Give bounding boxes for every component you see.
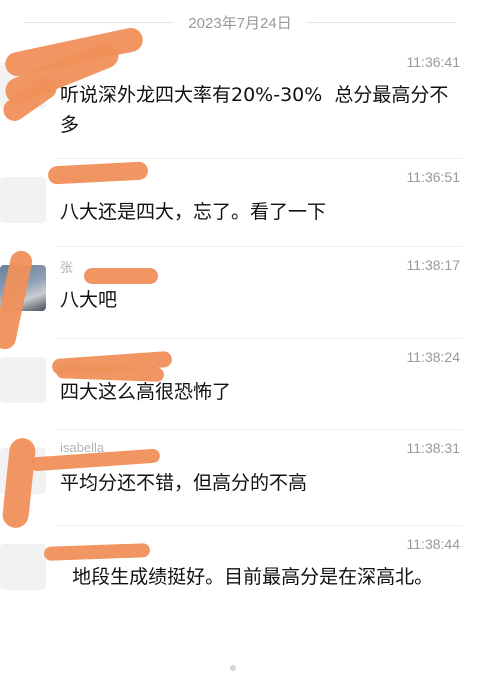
date-divider: 2023年7月24日 xyxy=(0,0,480,44)
message-time: 11:36:41 xyxy=(406,54,460,70)
message-time: 11:38:31 xyxy=(406,440,460,456)
message-text: 八大吧 xyxy=(60,289,118,311)
avatar[interactable] xyxy=(0,177,46,223)
message-text: 听说深外龙四大率有20%-30% 总分最高分不多 xyxy=(60,84,449,136)
message-text: 八大还是四大，忘了。看了一下 xyxy=(60,201,327,223)
divider-line xyxy=(24,21,175,23)
scroll-indicator xyxy=(230,665,236,671)
message-text: 四大这么高很恐怖了 xyxy=(60,381,232,403)
chat-message[interactable]: 11:38:24 四大这么高很恐怖了 xyxy=(0,339,480,430)
chat-history[interactable]: 11:36:41 听说深外龙四大率有20%-30% 总分最高分不多 isabel… xyxy=(0,44,480,666)
redaction-mark xyxy=(84,268,158,284)
message-text: 地段生成绩挺好。目前最高分是在深高北。 xyxy=(60,566,434,588)
message-time: 11:38:17 xyxy=(406,257,460,273)
chat-message[interactable]: isabella 11:38:31 平均分还不错，但高分的不高 xyxy=(0,430,480,526)
sender-name: 张 xyxy=(60,260,74,275)
avatar[interactable] xyxy=(0,544,46,590)
chat-message[interactable]: 张 11:38:17 八大吧 xyxy=(0,247,480,339)
divider-line xyxy=(305,21,456,23)
message-time: 11:38:44 xyxy=(406,536,460,552)
message-text: 平均分还不错，但高分的不高 xyxy=(60,472,308,494)
message-time: 11:38:24 xyxy=(406,349,460,365)
date-label: 2023年7月24日 xyxy=(188,14,292,32)
avatar[interactable] xyxy=(0,357,46,403)
message-time: 11:36:51 xyxy=(406,169,460,185)
